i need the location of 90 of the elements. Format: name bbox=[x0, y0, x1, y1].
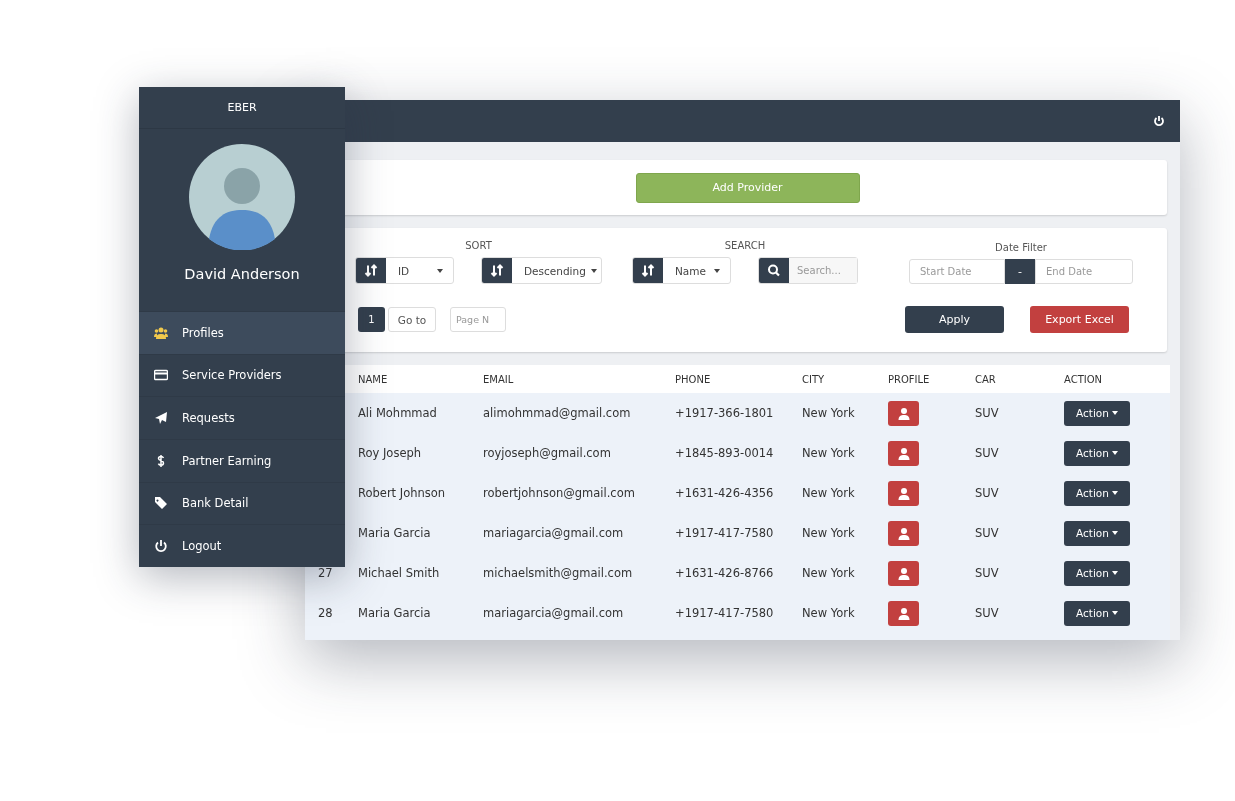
action-button[interactable]: Action bbox=[1064, 440, 1130, 466]
menu-item[interactable]: Service Providers bbox=[139, 353, 345, 397]
sort-label: SORT bbox=[465, 240, 492, 251]
menu-item[interactable]: Bank Detail bbox=[139, 481, 345, 525]
apply-button[interactable]: Apply bbox=[905, 306, 1004, 333]
table-cell-text: New York bbox=[802, 446, 856, 460]
menu-item[interactable]: Logout bbox=[139, 524, 345, 568]
table-cell-text: michaelsmith@gmail.com bbox=[483, 566, 634, 580]
table-cell-text: +1631-426-4356 bbox=[675, 486, 775, 500]
table-cell-text: Ali Mohmmad bbox=[358, 406, 438, 420]
start-date-field[interactable]: Start Date bbox=[909, 259, 1005, 284]
table-cell-text: SUV bbox=[975, 526, 1000, 540]
user-icon bbox=[897, 406, 910, 420]
table-cell-text: SUV bbox=[975, 566, 1000, 580]
column-header: CITY bbox=[802, 373, 826, 385]
column-header: NAME bbox=[358, 373, 389, 385]
profile-button[interactable] bbox=[888, 440, 919, 466]
table-cell-text: New York bbox=[802, 526, 856, 540]
search-field-dropdown[interactable]: Name bbox=[632, 257, 731, 284]
sort-icon bbox=[356, 258, 386, 283]
paper-plane-icon bbox=[154, 411, 168, 426]
end-date-field[interactable]: End Date bbox=[1035, 259, 1133, 284]
menu-item[interactable]: Requests bbox=[139, 396, 345, 439]
profile-button[interactable] bbox=[888, 400, 919, 426]
action-button[interactable]: Action bbox=[1064, 400, 1130, 426]
menu-item[interactable]: Partner Earning bbox=[139, 438, 345, 482]
brand-title: EBER bbox=[139, 87, 345, 130]
user-name: David Anderson bbox=[184, 266, 300, 283]
table-cell-text: New York bbox=[802, 486, 856, 500]
action-button[interactable]: Action bbox=[1064, 600, 1130, 626]
tag-icon bbox=[154, 496, 168, 511]
user-icon bbox=[897, 486, 910, 500]
user-icon bbox=[897, 446, 910, 460]
search-field[interactable]: Search... bbox=[758, 257, 858, 284]
user-icon bbox=[897, 606, 910, 620]
table-cell-text: Michael Smith bbox=[358, 566, 441, 580]
column-header: CAR bbox=[975, 373, 997, 385]
table-cell-text: mariagarcia@gmail.com bbox=[483, 606, 625, 620]
user-icon bbox=[897, 526, 910, 540]
table-cell-text: SUV bbox=[975, 406, 1000, 420]
menu-item[interactable]: Profiles bbox=[139, 310, 345, 354]
table-cell-text: SUV bbox=[975, 446, 1000, 460]
table-cell-text: +1917-417-7580 bbox=[675, 526, 775, 540]
profile-button[interactable] bbox=[888, 560, 919, 586]
column-header: PROFILE bbox=[888, 373, 931, 385]
table-cell-text: mariagarcia@gmail.com bbox=[483, 526, 625, 540]
user-icon bbox=[897, 566, 910, 580]
page-number-field[interactable]: Page N bbox=[450, 307, 506, 332]
action-button[interactable]: Action bbox=[1064, 560, 1130, 586]
date-filter-label: Date Filter bbox=[995, 242, 1047, 253]
credit-card-icon bbox=[154, 368, 168, 383]
search-label: SEARCH bbox=[724, 240, 766, 251]
search-icon bbox=[759, 258, 789, 283]
table-cell-text: New York bbox=[802, 406, 856, 420]
table-cell-text: royjoseph@gmail.com bbox=[483, 446, 612, 460]
power-icon bbox=[154, 539, 168, 554]
sort-order-dropdown[interactable]: Descending bbox=[481, 257, 602, 284]
column-header: EMAIL bbox=[483, 373, 515, 385]
table-cell-text: +1631-426-8766 bbox=[675, 566, 775, 580]
users-icon bbox=[154, 325, 168, 340]
action-button[interactable]: Action bbox=[1064, 520, 1130, 546]
profile-button[interactable] bbox=[888, 520, 919, 546]
column-header: ACTION bbox=[1064, 373, 1104, 385]
table-cell-text: New York bbox=[802, 606, 856, 620]
column-header: PHONE bbox=[675, 373, 712, 385]
table-cell-text: Maria Garcia bbox=[358, 606, 432, 620]
sort-icon bbox=[633, 258, 663, 283]
table-cell-text: +1917-366-1801 bbox=[675, 406, 775, 420]
date-separator: - bbox=[1005, 259, 1035, 284]
power-icon[interactable] bbox=[1153, 115, 1165, 127]
table-cell-text: Roy Joseph bbox=[358, 446, 423, 460]
table-cell-text: SUV bbox=[975, 486, 1000, 500]
sort-icon bbox=[482, 258, 512, 283]
table-cell-text: Robert Johnson bbox=[358, 486, 447, 500]
table-cell-text: +1917-417-7580 bbox=[675, 606, 775, 620]
page-number-button[interactable]: 1 bbox=[358, 307, 385, 332]
table-cell-text: SUV bbox=[975, 606, 1000, 620]
export-excel-button[interactable]: Export Excel bbox=[1030, 306, 1129, 333]
table-cell-text: Maria Garcia bbox=[358, 526, 432, 540]
table-cell-text: robertjohnson@gmail.com bbox=[483, 486, 636, 500]
table-cell-text: 28 bbox=[317, 606, 334, 620]
sort-field-dropdown[interactable]: ID bbox=[355, 257, 454, 284]
action-button[interactable]: Action bbox=[1064, 480, 1130, 506]
profile-button[interactable] bbox=[888, 480, 919, 506]
table-cell-text: New York bbox=[802, 566, 856, 580]
table-cell-text: +1845-893-0014 bbox=[675, 446, 775, 460]
profile-button[interactable] bbox=[888, 600, 919, 626]
table-cell-text: 27 bbox=[317, 566, 334, 580]
go-to-button[interactable]: Go to bbox=[388, 307, 436, 332]
table-cell-text: alimohmmad@gmail.com bbox=[483, 406, 632, 420]
